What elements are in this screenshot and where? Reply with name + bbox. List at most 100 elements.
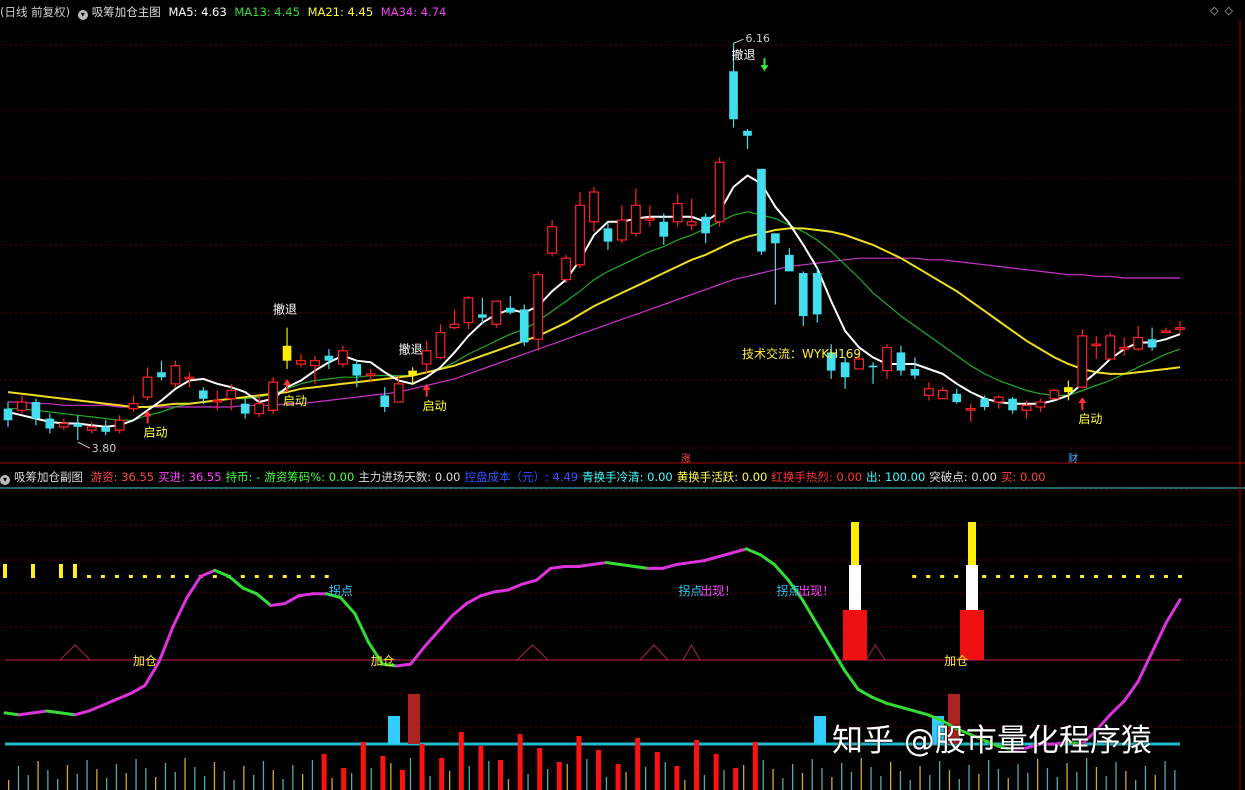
oscillator-segment [688,559,706,565]
volume-bar [380,756,386,790]
volume-bar [282,779,284,790]
candle [812,268,822,323]
low-pointer [77,441,90,449]
oscillator-segment [437,613,455,633]
candle-body [798,273,808,317]
sell-signal-label: 撤退 [273,302,297,317]
oscillator-segment [618,563,636,568]
volume-bar [439,758,445,790]
volume-bar [841,763,843,790]
sub-indicator-item: 买: 0.00 [1000,470,1046,484]
ma21-value: MA21: 4.45 [307,5,374,19]
sub-indicator-item: 突破点: 0.00 [929,470,997,484]
yellow-bar [1080,575,1085,578]
oscillator-segment [800,598,818,625]
yellow-bar [86,575,91,578]
oscillator-segment [842,668,860,691]
volume-bar [1174,770,1176,790]
volume-bar [106,778,108,790]
dropdown-circle-icon[interactable]: ▾ [0,475,10,485]
yellow-bar [982,575,987,578]
volume-bar [684,780,686,790]
volume-bar [233,780,235,790]
yellow-bar [296,575,301,578]
yellow-bar [912,575,917,578]
volume-bar [1027,773,1029,790]
oscillator-segment [716,551,734,559]
volume-bar [537,748,543,790]
axis-mark: 涨 [681,453,691,465]
candle-body [785,254,794,272]
candle [952,388,962,404]
yellow-bar [324,575,329,578]
sub-peak-mark [59,644,91,661]
volume-bar [194,767,196,790]
volume-bar [890,762,892,790]
volume-bar [860,758,862,790]
volume-bar [527,774,529,790]
oscillator-segment [744,547,762,557]
volume-bar [743,765,745,790]
signal-block [388,716,400,744]
oscillator-segment [1122,680,1140,703]
volume-bar [978,774,980,790]
oscillator-segment [730,547,748,555]
candle-body [1077,335,1088,388]
diamond-icon[interactable]: ◇ [1225,4,1239,17]
window-buttons[interactable]: ◇◇ [1210,4,1239,17]
volume-bar [1056,777,1058,790]
candle [785,248,794,272]
volume-bar [635,738,641,790]
candle-body [296,360,306,365]
buy-signal-label: 启动 [1078,412,1102,426]
diamond-icon[interactable]: ◇ [1210,4,1224,17]
red-tower [960,610,984,660]
candle-body [157,372,166,378]
candle-body [73,423,83,427]
candle [380,387,390,412]
high-price-label: 6.16 [746,32,771,45]
ma21-line [7,227,1181,408]
oscillator-segment [1108,699,1126,717]
yellow-bar [1122,575,1127,578]
sub-signal-label: 加仓 [371,654,395,668]
candle [324,349,334,369]
candle [114,415,125,434]
yellow-bar [926,575,931,578]
candle-body [352,364,362,376]
volume-bar [605,777,608,790]
sub-indicator-item: 买进: 36.55 [158,470,222,484]
candle-body [729,71,738,120]
candle-body [128,403,139,410]
yellow-bar [240,575,245,578]
candle-body [282,345,292,361]
volume-bar [615,764,621,790]
dropdown-circle-icon[interactable]: ▾ [77,10,88,20]
volume-bar [654,752,660,790]
stock-chart[interactable]: 3.806.16启动启动 启动启动撤退撤退撤退技术交流：WYKH169涨财 加仓拐… [0,0,1245,790]
candle-body [701,216,710,234]
volume-bar [899,771,902,790]
candle-body [868,365,878,368]
candle-body [743,130,752,136]
volume-bar [17,766,20,790]
volume-bar [576,736,582,790]
indicator-name[interactable]: 吸筹加仓主图 [92,5,161,19]
yellow-bar [1178,575,1182,578]
volume-bar [939,761,941,790]
candle-body [812,273,822,315]
candle-body [1064,387,1073,393]
candle [519,304,529,346]
oscillator-segment [73,709,91,717]
candle-body [1008,398,1017,411]
candle [491,300,502,328]
volume-bar [811,759,813,790]
candle [937,387,948,400]
period-label[interactable]: (日线 前复权) [0,5,70,19]
volume-bar [341,768,347,790]
sub-indicator-name[interactable]: 吸筹加仓副图 [14,470,83,484]
candle-body [1049,389,1060,400]
volume-bar [1076,772,1078,790]
yellow-bar [212,575,217,578]
oscillator-segment [604,561,622,567]
